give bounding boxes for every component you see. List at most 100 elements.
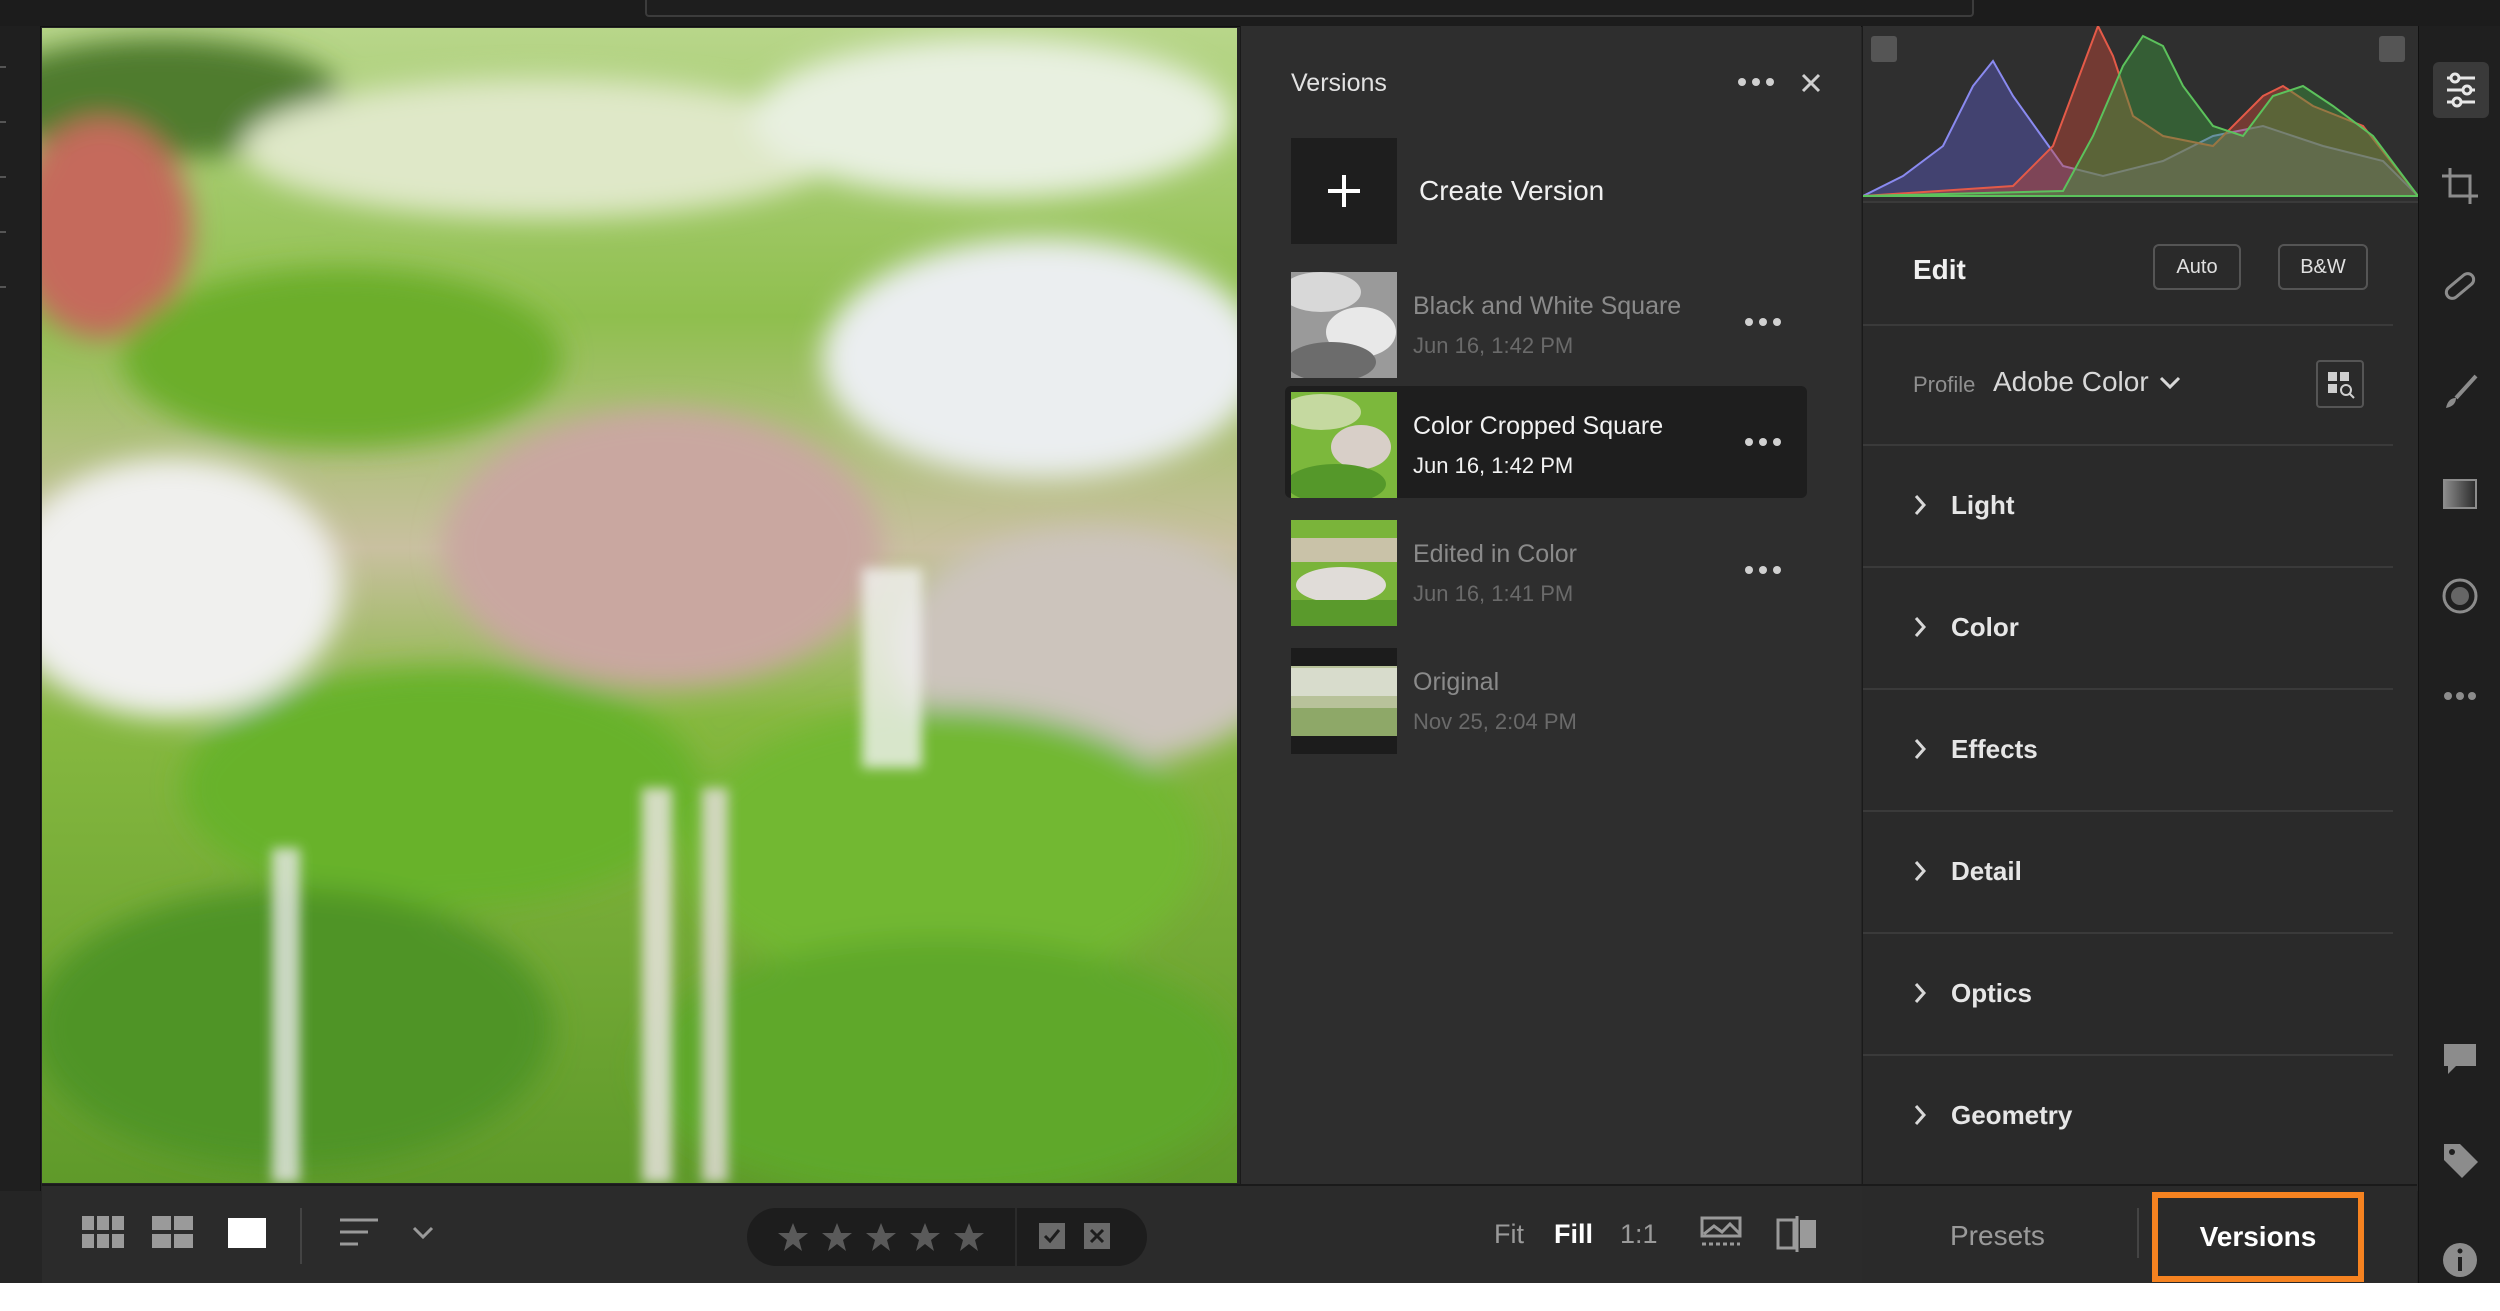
section-detail[interactable]: Detail bbox=[1863, 812, 2393, 934]
sort-icon[interactable] bbox=[338, 1216, 380, 1255]
close-icon[interactable] bbox=[1796, 68, 1826, 98]
version-date: Jun 16, 1:41 PM bbox=[1413, 581, 1574, 606]
left-panel-strip bbox=[0, 26, 41, 1191]
auto-button[interactable]: Auto bbox=[2153, 244, 2241, 290]
chevron-right-icon bbox=[1914, 739, 1927, 759]
more-icon[interactable] bbox=[1743, 432, 1783, 452]
left-strip-tick bbox=[0, 286, 6, 288]
bottom-toolbar: Fit Fill 1:1 bbox=[42, 1184, 1862, 1283]
highlight-clipping-toggle[interactable] bbox=[2379, 36, 2405, 62]
section-label: Color bbox=[1951, 612, 2019, 642]
versions-title: Versions bbox=[1291, 69, 1387, 97]
version-thumbnail bbox=[1291, 392, 1397, 498]
edit-panel: Edit Auto B&W Profile Adobe Color Light … bbox=[1862, 26, 2418, 1191]
versions-more-icon[interactable] bbox=[1736, 72, 1776, 92]
version-name: Edited in Color bbox=[1413, 540, 1577, 568]
more-icon[interactable] bbox=[1743, 560, 1783, 580]
panel-tabs: Presets Versions bbox=[1862, 1184, 2417, 1283]
tag-icon[interactable] bbox=[2440, 1140, 2480, 1180]
edit-title: Edit bbox=[1913, 254, 1966, 285]
version-name: Black and White Square bbox=[1413, 292, 1682, 320]
rating-divider bbox=[1015, 1208, 1017, 1266]
radial-gradient-icon[interactable] bbox=[2440, 576, 2480, 616]
zoom-fit[interactable]: Fit bbox=[1494, 1219, 1524, 1250]
left-strip-tick bbox=[0, 231, 6, 233]
version-item-selected[interactable]: Color Cropped Square Jun 16, 1:42 PM bbox=[1285, 386, 1807, 498]
profile-dropdown[interactable]: Adobe Color bbox=[1993, 366, 2149, 398]
linear-gradient-icon[interactable] bbox=[2440, 474, 2480, 514]
sliders-icon[interactable] bbox=[2433, 62, 2489, 118]
detail-view-icon[interactable] bbox=[226, 1216, 268, 1255]
rating-flag-control bbox=[747, 1208, 1147, 1266]
more-icon[interactable] bbox=[1743, 312, 1783, 332]
chevron-down-icon[interactable] bbox=[2159, 376, 2181, 395]
more-icon[interactable] bbox=[2440, 676, 2480, 716]
versions-panel: Versions Create Version Black and White … bbox=[1240, 26, 1861, 1191]
histogram-graph bbox=[1863, 26, 2418, 197]
bw-button[interactable]: B&W bbox=[2278, 244, 2368, 290]
comment-icon[interactable] bbox=[2440, 1038, 2480, 1078]
compare-split-icon[interactable] bbox=[1776, 1216, 1818, 1257]
tab-divider bbox=[2137, 1208, 2139, 1258]
tab-versions[interactable]: Versions bbox=[2152, 1192, 2364, 1282]
version-thumbnail bbox=[1291, 272, 1397, 378]
section-color[interactable]: Color bbox=[1863, 568, 2393, 690]
rating-star-4[interactable] bbox=[909, 1221, 941, 1258]
chevron-right-icon bbox=[1914, 495, 1927, 515]
zoom-1to1[interactable]: 1:1 bbox=[1620, 1219, 1658, 1250]
chevron-down-icon[interactable] bbox=[412, 1226, 434, 1245]
search-field[interactable] bbox=[645, 0, 1974, 17]
version-date: Jun 16, 1:42 PM bbox=[1413, 333, 1574, 358]
version-thumbnail bbox=[1291, 520, 1397, 626]
profile-browser-icon[interactable] bbox=[2316, 360, 2364, 408]
section-label: Optics bbox=[1951, 978, 2032, 1008]
before-after-icon[interactable] bbox=[1700, 1216, 1742, 1255]
version-name: Color Cropped Square bbox=[1413, 412, 1664, 440]
left-strip-tick bbox=[0, 121, 6, 123]
zoom-fill[interactable]: Fill bbox=[1554, 1219, 1593, 1250]
version-thumbnail bbox=[1291, 648, 1397, 754]
edit-header: Edit Auto B&W bbox=[1863, 204, 2393, 326]
square-grid-icon[interactable] bbox=[82, 1216, 124, 1255]
photo-image bbox=[42, 28, 1237, 1183]
right-toolbar bbox=[2418, 26, 2500, 1283]
left-strip-tick bbox=[0, 176, 6, 178]
photo-grid-icon[interactable] bbox=[152, 1216, 194, 1255]
version-name: Original bbox=[1413, 668, 1500, 696]
lightroom-window: Versions Create Version Black and White … bbox=[0, 0, 2500, 1283]
section-light[interactable]: Light bbox=[1863, 446, 2393, 568]
version-item[interactable]: Original Nov 25, 2:04 PM bbox=[1285, 642, 1807, 754]
section-optics[interactable]: Optics bbox=[1863, 934, 2393, 1056]
top-bar bbox=[0, 0, 2500, 27]
profile-row: Profile Adobe Color bbox=[1863, 326, 2393, 446]
section-effects[interactable]: Effects bbox=[1863, 690, 2393, 812]
histogram bbox=[1863, 26, 2418, 203]
flag-pick-icon[interactable] bbox=[1037, 1221, 1069, 1258]
rating-star-1[interactable] bbox=[777, 1221, 809, 1258]
version-date: Jun 16, 1:42 PM bbox=[1413, 453, 1574, 478]
flag-reject-icon[interactable] bbox=[1082, 1221, 1114, 1258]
tab-presets[interactable]: Presets bbox=[1950, 1220, 2045, 1252]
section-geometry[interactable]: Geometry bbox=[1863, 1056, 2393, 1176]
section-label: Geometry bbox=[1951, 1100, 2073, 1130]
chevron-right-icon bbox=[1914, 861, 1927, 881]
photo-preview[interactable] bbox=[42, 28, 1237, 1183]
rating-star-3[interactable] bbox=[865, 1221, 897, 1258]
rating-star-5[interactable] bbox=[953, 1221, 985, 1258]
brush-icon[interactable] bbox=[2440, 372, 2480, 412]
rating-star-2[interactable] bbox=[821, 1221, 853, 1258]
chevron-right-icon bbox=[1914, 617, 1927, 637]
version-item[interactable]: Black and White Square Jun 16, 1:42 PM bbox=[1285, 266, 1807, 378]
crop-icon[interactable] bbox=[2440, 166, 2480, 206]
heal-icon[interactable] bbox=[2440, 266, 2480, 306]
shadow-clipping-toggle[interactable] bbox=[1871, 36, 1897, 62]
chevron-right-icon bbox=[1914, 983, 1927, 1003]
create-version-button[interactable]: Create Version bbox=[1291, 138, 1811, 244]
profile-label: Profile bbox=[1913, 372, 1976, 397]
info-icon[interactable] bbox=[2440, 1240, 2480, 1280]
create-version-label: Create Version bbox=[1419, 175, 1605, 206]
section-label: Effects bbox=[1951, 734, 2038, 764]
section-label: Detail bbox=[1951, 856, 2022, 886]
version-item[interactable]: Edited in Color Jun 16, 1:41 PM bbox=[1285, 514, 1807, 626]
chevron-right-icon bbox=[1914, 1105, 1927, 1125]
